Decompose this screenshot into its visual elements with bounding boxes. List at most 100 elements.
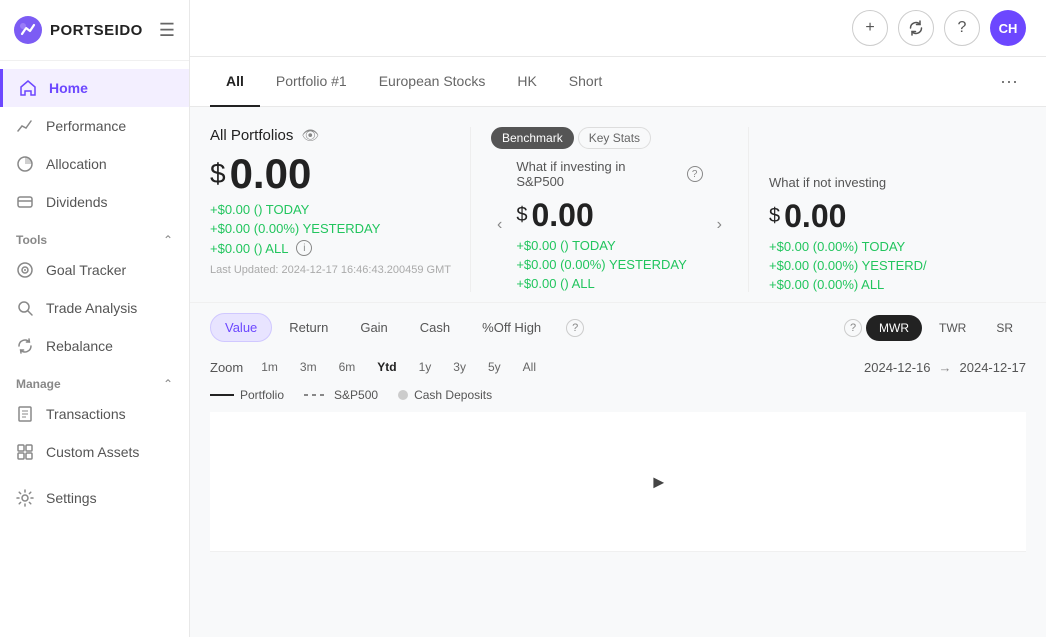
chart-line-icon (16, 117, 34, 135)
view-tab-off-high[interactable]: %Off High (467, 313, 556, 342)
main-nav: Home Performance Allocation Dividends To… (0, 61, 189, 637)
chart-controls-row1: Value Return Gain Cash %Off High ? ? MWR… (190, 302, 1046, 350)
benchmark-next-button[interactable]: › (711, 214, 728, 236)
sidebar-item-trade-analysis[interactable]: Trade Analysis (0, 289, 189, 327)
zoom-ytd[interactable]: Ytd (369, 356, 404, 378)
portfolio-overview: All Portfolios 👁 $ 0.00 +$0.00 () TODAY … (210, 127, 470, 292)
tools-section-title: Tools (16, 233, 47, 247)
visibility-icon[interactable]: 👁 (301, 127, 319, 144)
sidebar-item-performance[interactable]: Performance (0, 107, 189, 145)
brand-name: PORTSEIDO (50, 22, 143, 39)
all-info-icon[interactable]: i (296, 240, 312, 256)
zoom-5y[interactable]: 5y (480, 356, 509, 378)
view-tab-gain[interactable]: Gain (345, 313, 402, 342)
search-icon (16, 299, 34, 317)
sidebar-item-home[interactable]: Home (0, 69, 189, 107)
zoom-3y[interactable]: 3y (445, 356, 474, 378)
tools-chevron[interactable]: ⌃ (163, 233, 173, 247)
zoom-all[interactable]: All (515, 356, 544, 378)
zoom-6m[interactable]: 6m (331, 356, 364, 378)
logo-icon (14, 16, 42, 44)
sidebar-item-dividends-label: Dividends (46, 194, 107, 210)
file-text-icon (16, 405, 34, 423)
legend-cash-deposits-dot (398, 390, 408, 400)
portfolio-value: $ 0.00 (210, 150, 470, 198)
metric-tabs: ? MWR TWR SR (836, 315, 1026, 341)
portfolio-tabs: All Portfolio #1 European Stocks HK Shor… (190, 57, 1046, 107)
sidebar-item-rebalance[interactable]: Rebalance (0, 327, 189, 365)
legend-portfolio: Portfolio (210, 388, 284, 402)
menu-icon[interactable]: ☰ (159, 20, 175, 41)
zoom-1y[interactable]: 1y (411, 356, 440, 378)
chart-legend: Portfolio S&P500 Cash Deposits (190, 382, 1046, 412)
topbar: + ? CH (190, 0, 1046, 57)
not-investing-change-today: +$0.00 (0.00%) TODAY (769, 239, 1006, 254)
sidebar-item-transactions[interactable]: Transactions (0, 395, 189, 433)
settings-icon (16, 489, 34, 507)
date-range: 2024-12-16 → 2024-12-17 (864, 360, 1026, 375)
date-from: 2024-12-16 (864, 360, 931, 375)
tab-all[interactable]: All (210, 57, 260, 107)
zoom-label: Zoom (210, 360, 243, 375)
portfolio-title: All Portfolios 👁 (210, 127, 470, 144)
tab-portfolio1[interactable]: Portfolio #1 (260, 57, 363, 107)
sidebar-item-settings[interactable]: Settings (0, 479, 189, 517)
metric-help-icon[interactable]: ? (844, 319, 862, 337)
view-tab-cash[interactable]: Cash (405, 313, 465, 342)
sp500-help-icon[interactable]: ? (687, 166, 703, 182)
manage-section-title: Manage (16, 377, 61, 391)
last-updated: Last Updated: 2024-12-17 16:46:43.200459… (210, 264, 470, 276)
view-tab-value[interactable]: Value (210, 313, 272, 342)
metric-tab-twr[interactable]: TWR (926, 315, 979, 341)
tab-hk[interactable]: HK (501, 57, 552, 107)
tabs-more-button[interactable]: ··· (992, 63, 1026, 100)
not-investing-panel: What if not investing $ 0.00 +$0.00 (0.0… (748, 127, 1026, 292)
add-button[interactable]: + (852, 10, 888, 46)
sp500-change-today: +$0.00 () TODAY (516, 238, 702, 253)
not-investing-value: $ 0.00 (769, 198, 1006, 235)
zoom-controls: Zoom 1m 3m 6m Ytd 1y 3y 5y All (210, 356, 544, 378)
key-stats-tab[interactable]: Key Stats (578, 127, 651, 149)
zoom-3m[interactable]: 3m (292, 356, 325, 378)
view-tab-return[interactable]: Return (274, 313, 343, 342)
legend-cash-deposits: Cash Deposits (398, 388, 492, 402)
tab-european-stocks[interactable]: European Stocks (363, 57, 502, 107)
chart-controls-row2: Zoom 1m 3m 6m Ytd 1y 3y 5y All 2024-12-1… (190, 350, 1046, 382)
user-avatar[interactable]: CH (990, 10, 1026, 46)
cursor-indicator: ▶ (653, 473, 664, 490)
tools-section-header: Tools ⌃ (0, 221, 189, 251)
sidebar-item-dividends[interactable]: Dividends (0, 183, 189, 221)
zoom-1m[interactable]: 1m (253, 356, 286, 378)
manage-chevron[interactable]: ⌃ (163, 377, 173, 391)
credit-card-icon (16, 193, 34, 211)
not-investing-change-yesterday: +$0.00 (0.00%) YESTERD/ (769, 258, 1006, 273)
sidebar-item-goal-tracker-label: Goal Tracker (46, 262, 126, 278)
logo: PORTSEIDO (14, 16, 143, 44)
sidebar-item-allocation[interactable]: Allocation (0, 145, 189, 183)
pie-chart-icon (16, 155, 34, 173)
sidebar-item-settings-label: Settings (46, 490, 97, 506)
benchmark-tab[interactable]: Benchmark (491, 127, 574, 149)
refresh-icon (16, 337, 34, 355)
sidebar-item-home-label: Home (49, 80, 88, 96)
metric-tab-mwr[interactable]: MWR (866, 315, 922, 341)
tab-short[interactable]: Short (553, 57, 618, 107)
sidebar-item-goal-tracker[interactable]: Goal Tracker (0, 251, 189, 289)
not-investing-spacer (769, 127, 1006, 167)
not-investing-label: What if not investing (769, 175, 1006, 190)
portfolio-change-all: +$0.00 () ALL i (210, 240, 470, 256)
sp500-change-yesterday: +$0.00 (0.00%) YESTERDAY (516, 257, 702, 272)
sp500-label: What if investing in S&P500 ? (516, 159, 702, 189)
benchmark-panel: Benchmark Key Stats ‹ What if investing … (470, 127, 748, 292)
sidebar-header: PORTSEIDO ☰ (0, 0, 189, 61)
benchmark-prev-button[interactable]: ‹ (491, 214, 508, 236)
view-help-icon[interactable]: ? (566, 319, 584, 337)
refresh-button[interactable] (898, 10, 934, 46)
sp500-change-all: +$0.00 () ALL (516, 276, 702, 291)
view-tabs: Value Return Gain Cash %Off High ? (210, 313, 584, 342)
metric-tab-sr[interactable]: SR (983, 315, 1026, 341)
sidebar-item-transactions-label: Transactions (46, 406, 126, 422)
sidebar-item-allocation-label: Allocation (46, 156, 107, 172)
help-button[interactable]: ? (944, 10, 980, 46)
sidebar-item-custom-assets[interactable]: Custom Assets (0, 433, 189, 471)
